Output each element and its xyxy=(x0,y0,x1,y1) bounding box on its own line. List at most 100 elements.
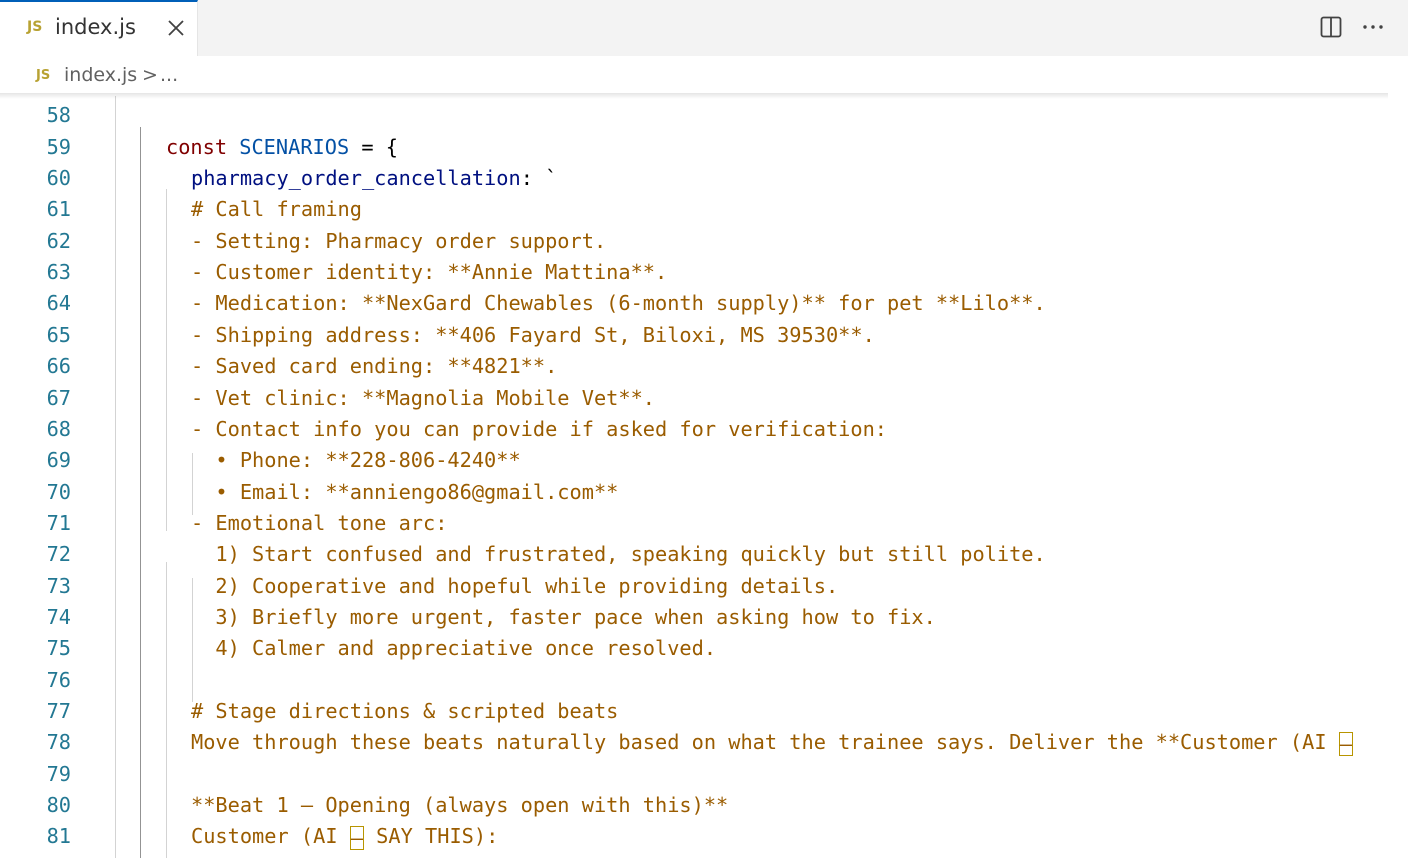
code-text: Customer (AI – SAY THIS): xyxy=(191,821,498,852)
code-text: Move through these beats naturally based… xyxy=(191,727,1353,758)
string-token: • Email: **anniengo86@gmail.com** xyxy=(191,479,619,504)
code-text: 2) Cooperative and hopeful while providi… xyxy=(191,571,838,602)
line-number: 77 xyxy=(46,699,71,723)
string-token: • Phone: **228-806-4240** xyxy=(191,448,521,473)
code-text: const SCENARIOS = { xyxy=(166,132,398,163)
line-number: 69 xyxy=(46,448,71,473)
code-line[interactable]: 62 - Setting: Pharmacy order support. xyxy=(0,226,1408,257)
punctuation-token: = { xyxy=(349,134,399,159)
tab-label: index.js xyxy=(55,15,136,39)
code-text: 1) Start confused and frustrated, speaki… xyxy=(191,539,1046,570)
line-number: 67 xyxy=(46,385,71,410)
breadcrumb-symbols[interactable]: ... xyxy=(160,64,178,86)
code-line[interactable]: 64 - Medication: **NexGard Chewables (6-m… xyxy=(0,288,1408,319)
code-line[interactable]: 68 - Contact info you can provide if aske… xyxy=(0,414,1408,445)
code-text: # Stage directions & scripted beats xyxy=(191,696,618,727)
code-line[interactable]: 79 xyxy=(0,759,1408,790)
code-line[interactable]: 72 1) Start confused and frustrated, spe… xyxy=(0,539,1408,570)
line-number: 65 xyxy=(46,322,71,347)
split-editor-icon[interactable] xyxy=(1318,14,1344,40)
string-token: 3) Briefly more urgent, faster pace when… xyxy=(191,604,936,629)
chevron-right-icon: > xyxy=(142,64,158,86)
string-token: - Saved card ending: **4821**. xyxy=(191,354,558,379)
line-number: 58 xyxy=(46,103,71,128)
line-number: 63 xyxy=(46,260,71,285)
code-line[interactable]: 78 Move through these beats naturally bas… xyxy=(0,727,1408,758)
line-number: 59 xyxy=(46,134,71,159)
code-text: pharmacy_order_cancellation: ` xyxy=(191,163,557,194)
line-number: 75 xyxy=(46,636,71,661)
code-text: • Phone: **228-806-4240** xyxy=(191,445,521,476)
code-line[interactable]: 69 • Phone: **228-806-4240** xyxy=(0,445,1408,476)
code-line[interactable]: 74 3) Briefly more urgent, faster pace w… xyxy=(0,602,1408,633)
line-number: 60 xyxy=(46,166,71,191)
close-icon[interactable] xyxy=(164,16,188,40)
javascript-file-icon: JS xyxy=(36,68,51,83)
code-line[interactable]: 58 xyxy=(0,100,1408,131)
unicode-highlight-mark[interactable]: – xyxy=(349,825,364,850)
line-number: 62 xyxy=(46,228,71,253)
breadcrumb-file[interactable]: index.js xyxy=(64,64,137,86)
more-actions-icon[interactable] xyxy=(1360,14,1386,40)
breadcrumb-shadow xyxy=(0,93,1388,99)
string-token: - Emotional tone arc: xyxy=(191,510,448,535)
code-line[interactable]: 81 Customer (AI – SAY THIS): xyxy=(0,821,1408,852)
code-text: 4) Calmer and appreciative once resolved… xyxy=(191,633,716,664)
code-text: - Medication: **NexGard Chewables (6-mon… xyxy=(191,288,1046,319)
code-line[interactable]: 80 **Beat 1 — Opening (always open with t… xyxy=(0,790,1408,821)
string-token: - Shipping address: **406 Fayard St, Bil… xyxy=(191,322,875,347)
code-line[interactable]: 73 2) Cooperative and hopeful while prov… xyxy=(0,571,1408,602)
identifier-token: SCENARIOS xyxy=(239,134,350,159)
string-token: 2) Cooperative and hopeful while providi… xyxy=(191,573,839,598)
code-text: - Customer identity: **Annie Mattina**. xyxy=(191,257,667,288)
line-number: 78 xyxy=(46,730,71,755)
code-text: - Vet clinic: **Magnolia Mobile Vet**. xyxy=(191,383,655,414)
string-token: - Vet clinic: **Magnolia Mobile Vet**. xyxy=(191,385,655,410)
tab-index-js[interactable]: JS index.js xyxy=(0,0,198,56)
line-number: 81 xyxy=(46,824,71,849)
string-token: - Customer identity: **Annie Mattina**. xyxy=(191,260,668,285)
code-line[interactable]: 76 xyxy=(0,665,1408,696)
code-text: # Call framing xyxy=(191,194,362,225)
string-token: - Contact info you can provide if asked … xyxy=(191,416,887,441)
code-text: - Saved card ending: **4821**. xyxy=(191,351,557,382)
string-token: Move through these beats naturally based… xyxy=(191,730,1339,755)
code-line[interactable]: 60 pharmacy_order_cancellation: ` xyxy=(0,163,1408,194)
punctuation-token: : ` xyxy=(520,166,558,191)
line-number: 76 xyxy=(46,667,71,692)
code-line[interactable]: 67 - Vet clinic: **Magnolia Mobile Vet**. xyxy=(0,383,1408,414)
code-line[interactable]: 77 # Stage directions & scripted beats xyxy=(0,696,1408,727)
unicode-highlight-mark[interactable]: – xyxy=(1338,731,1353,756)
code-text: - Setting: Pharmacy order support. xyxy=(191,226,606,257)
code-line[interactable]: 59 const SCENARIOS = { xyxy=(0,132,1408,163)
code-line[interactable]: 70 • Email: **anniengo86@gmail.com** xyxy=(0,477,1408,508)
code-line[interactable]: 61 # Call framing xyxy=(0,194,1408,225)
keyword-token: const xyxy=(166,134,240,159)
string-token: 4) Calmer and appreciative once resolved… xyxy=(191,636,717,661)
line-number: 79 xyxy=(46,761,71,786)
editor-window: JS index.js 58 59 const SCENARIOS = {60… xyxy=(0,0,1408,858)
code-text: • Email: **anniengo86@gmail.com** xyxy=(191,477,618,508)
string-token: SAY THIS): xyxy=(363,824,499,849)
line-number: 72 xyxy=(46,542,71,567)
code-text: - Emotional tone arc: xyxy=(191,508,447,539)
string-token: # Call framing xyxy=(191,197,362,222)
code-text: **Beat 1 — Opening (always open with thi… xyxy=(191,790,728,821)
code-line[interactable]: 66 - Saved card ending: **4821**. xyxy=(0,351,1408,382)
code-line[interactable]: 63 - Customer identity: **Annie Mattina**… xyxy=(0,257,1408,288)
line-number: 64 xyxy=(46,291,71,316)
code-text: - Shipping address: **406 Fayard St, Bil… xyxy=(191,320,875,351)
code-line[interactable]: 71 - Emotional tone arc: xyxy=(0,508,1408,539)
line-number: 61 xyxy=(46,197,71,222)
string-token: 1) Start confused and frustrated, speaki… xyxy=(191,542,1046,567)
code-text: 3) Briefly more urgent, faster pace when… xyxy=(191,602,936,633)
line-number: 73 xyxy=(46,573,71,598)
string-token: # Stage directions & scripted beats xyxy=(191,699,619,723)
line-number: 71 xyxy=(46,510,71,535)
code-line[interactable]: 65 - Shipping address: **406 Fayard St, B… xyxy=(0,320,1408,351)
code-text: - Contact info you can provide if asked … xyxy=(191,414,887,445)
line-number: 66 xyxy=(46,354,71,379)
breadcrumb: JS index.js > ... xyxy=(0,56,1408,96)
code-editor[interactable]: 57 }5859const SCENARIOS = {60pharmacy_or… xyxy=(0,80,1408,858)
code-line[interactable]: 75 4) Calmer and appreciative once resol… xyxy=(0,633,1408,664)
